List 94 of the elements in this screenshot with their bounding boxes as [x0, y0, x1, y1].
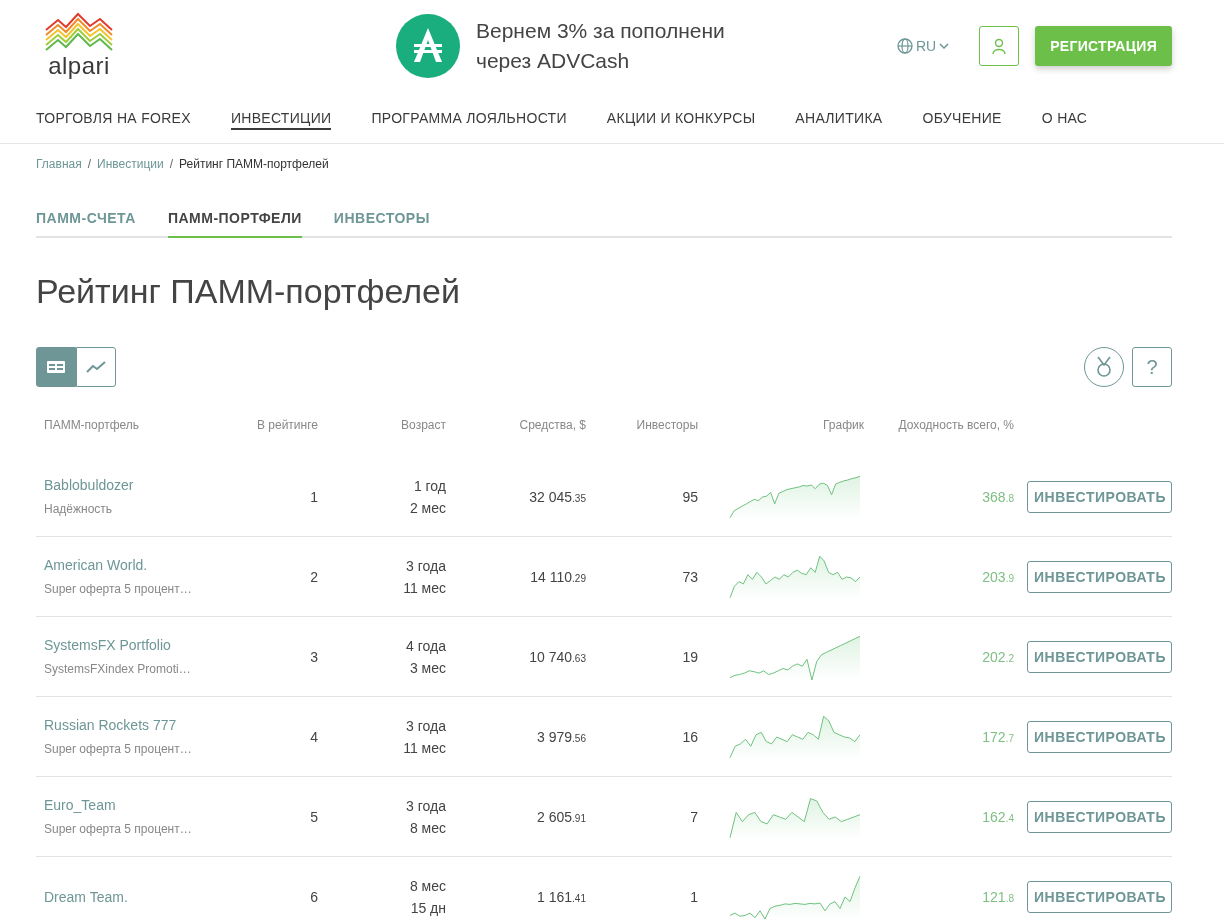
return-cell-text: 121.8 — [981, 888, 1014, 905]
language-selector[interactable]: RU — [896, 38, 950, 54]
rank-cell-text: 6 — [309, 888, 318, 905]
table-view-icon — [47, 361, 65, 373]
column-header: Средства, $ — [518, 418, 586, 432]
invest-button[interactable]: ИНВЕСТИРОВАТЬ — [1027, 560, 1172, 593]
funds-cell-text: 1 161.41 — [536, 888, 586, 905]
breadcrumb-link[interactable]: Главная — [36, 157, 82, 198]
rank-cell-text: 4 — [309, 728, 318, 745]
login-button[interactable] — [979, 26, 1020, 66]
column-header: Доходность всего, % — [897, 418, 1014, 432]
user-icon — [990, 37, 1009, 55]
age-text: 11 мес — [403, 739, 446, 756]
funds-cell-text: 3 979.56 — [536, 728, 586, 745]
return-cell-text: 368.8 — [981, 488, 1014, 505]
nav-link[interactable]: О НАС — [1041, 109, 1088, 130]
column-header: ПАММ-портфель — [44, 418, 141, 432]
breadcrumb-link[interactable]: Инвестиции — [97, 157, 164, 198]
invest-button[interactable]: ИНВЕСТИРОВАТЬ — [1027, 720, 1172, 753]
line-chart-icon — [86, 361, 106, 373]
investors-cell-text: 7 — [689, 808, 698, 825]
funds-cell-text: 14 110.29 — [529, 568, 586, 585]
rank-cell-text: 1 — [309, 488, 318, 505]
age-text: 1 год — [413, 477, 446, 494]
rank-cell-text: 5 — [309, 808, 318, 825]
age-text: 8 мес — [409, 877, 446, 894]
promo-text: Вернем 3% за пополнени — [476, 19, 725, 43]
breadcrumb-separator: / — [87, 157, 92, 173]
return-cell-text: 172.7 — [981, 728, 1014, 745]
age-text: 3 года — [406, 797, 446, 814]
medal-icon — [1094, 356, 1114, 378]
portfolio-description: Super оферта 5 процент… — [44, 822, 193, 836]
age-text: 4 года — [406, 637, 446, 654]
breadcrumb-separator: / — [169, 157, 174, 173]
tab[interactable]: ПАММ-СЧЕТА — [36, 198, 136, 238]
column-header: В рейтинге — [256, 418, 318, 432]
invest-button[interactable]: ИНВЕСТИРОВАТЬ — [1027, 640, 1172, 673]
tab[interactable]: ИНВЕСТОРЫ — [333, 198, 430, 238]
portfolio-link[interactable]: Euro_Team — [44, 797, 214, 813]
nav-link[interactable]: ПРОГРАММА ЛОЯЛЬНОСТИ — [371, 109, 567, 130]
nav-link[interactable]: ОБУЧЕНИЕ — [922, 109, 1002, 130]
portfolio-description: Super оферта 5 процент… — [44, 582, 193, 596]
age-text: 15 дн — [410, 899, 446, 916]
column-header: Инвесторы — [635, 418, 698, 432]
invest-button[interactable]: ИНВЕСТИРОВАТЬ — [1027, 800, 1172, 833]
register-button[interactable]: РЕГИСТРАЦИЯ — [1035, 26, 1172, 66]
breadcrumb-current-page: Рейтинг ПАММ-портфелей — [179, 157, 329, 173]
return-cell-text: 162.4 — [981, 808, 1014, 825]
age-text: 2 мес — [409, 499, 446, 516]
funds-cell-text: 2 605.91 — [536, 808, 586, 825]
advcash-logo-icon — [396, 14, 460, 78]
rank-cell-text: 3 — [309, 648, 318, 665]
column-header: Возраст — [400, 418, 446, 432]
view-toggle[interactable] — [36, 347, 76, 387]
age-text: 11 мес — [403, 579, 446, 596]
age-text: 3 года — [406, 557, 446, 574]
medal-button[interactable] — [1084, 347, 1124, 387]
portfolio-link[interactable]: Russian Rockets 777 — [44, 717, 214, 733]
logo-text: alpari — [48, 52, 110, 80]
age-text: 3 мес — [409, 659, 446, 676]
age-text: 3 года — [406, 717, 446, 734]
investors-cell-text: 73 — [681, 568, 698, 585]
age-text: 8 мес — [409, 819, 446, 836]
portfolio-description: SystemsFXindex Promoti… — [44, 662, 192, 676]
promo-text: через ADVCash — [476, 49, 631, 73]
investors-cell-text: 1 — [689, 888, 698, 905]
invest-button[interactable]: ИНВЕСТИРОВАТЬ — [1027, 880, 1172, 913]
funds-cell-text: 32 045.35 — [528, 488, 586, 505]
return-cell-text: 203.9 — [981, 568, 1014, 585]
chevron-down-icon — [939, 43, 950, 49]
rank-cell-text: 2 — [309, 568, 318, 585]
investors-cell-text: 95 — [681, 488, 698, 505]
globe-icon — [896, 38, 913, 54]
investors-cell-text: 19 — [681, 648, 698, 665]
help-button[interactable]: ? — [1132, 347, 1172, 387]
nav-link[interactable]: АКЦИИ И КОНКУРСЫ — [606, 109, 756, 130]
portfolio-link[interactable]: Bablobuldozer — [44, 477, 214, 493]
page-title: Рейтинг ПАММ-портфелей — [36, 272, 461, 311]
funds-cell-text: 10 740.63 — [528, 648, 586, 665]
nav-link[interactable]: АНАЛИТИКА — [795, 109, 883, 130]
portfolio-description: Super оферта 5 процент… — [44, 742, 193, 756]
mountains-logo-icon — [44, 12, 114, 54]
nav-link[interactable]: ТОРГОВЛЯ НА FOREX — [36, 109, 191, 130]
nav-link[interactable]: ИНВЕСТИЦИИ — [230, 109, 332, 130]
portfolio-description: Надёжность — [44, 502, 114, 516]
view-toggle[interactable] — [76, 347, 116, 387]
portfolio-link[interactable]: American World. — [44, 557, 214, 573]
investors-cell-text: 16 — [681, 728, 698, 745]
tab[interactable]: ПАММ-ПОРТФЕЛИ — [167, 198, 302, 238]
invest-button[interactable]: ИНВЕСТИРОВАТЬ — [1027, 480, 1172, 513]
portfolio-link[interactable]: Dream Team. — [44, 888, 214, 905]
portfolio-link[interactable]: SystemsFX Portfolio — [44, 637, 214, 653]
column-header: График — [822, 418, 864, 432]
return-cell-text: 202.2 — [981, 648, 1014, 665]
